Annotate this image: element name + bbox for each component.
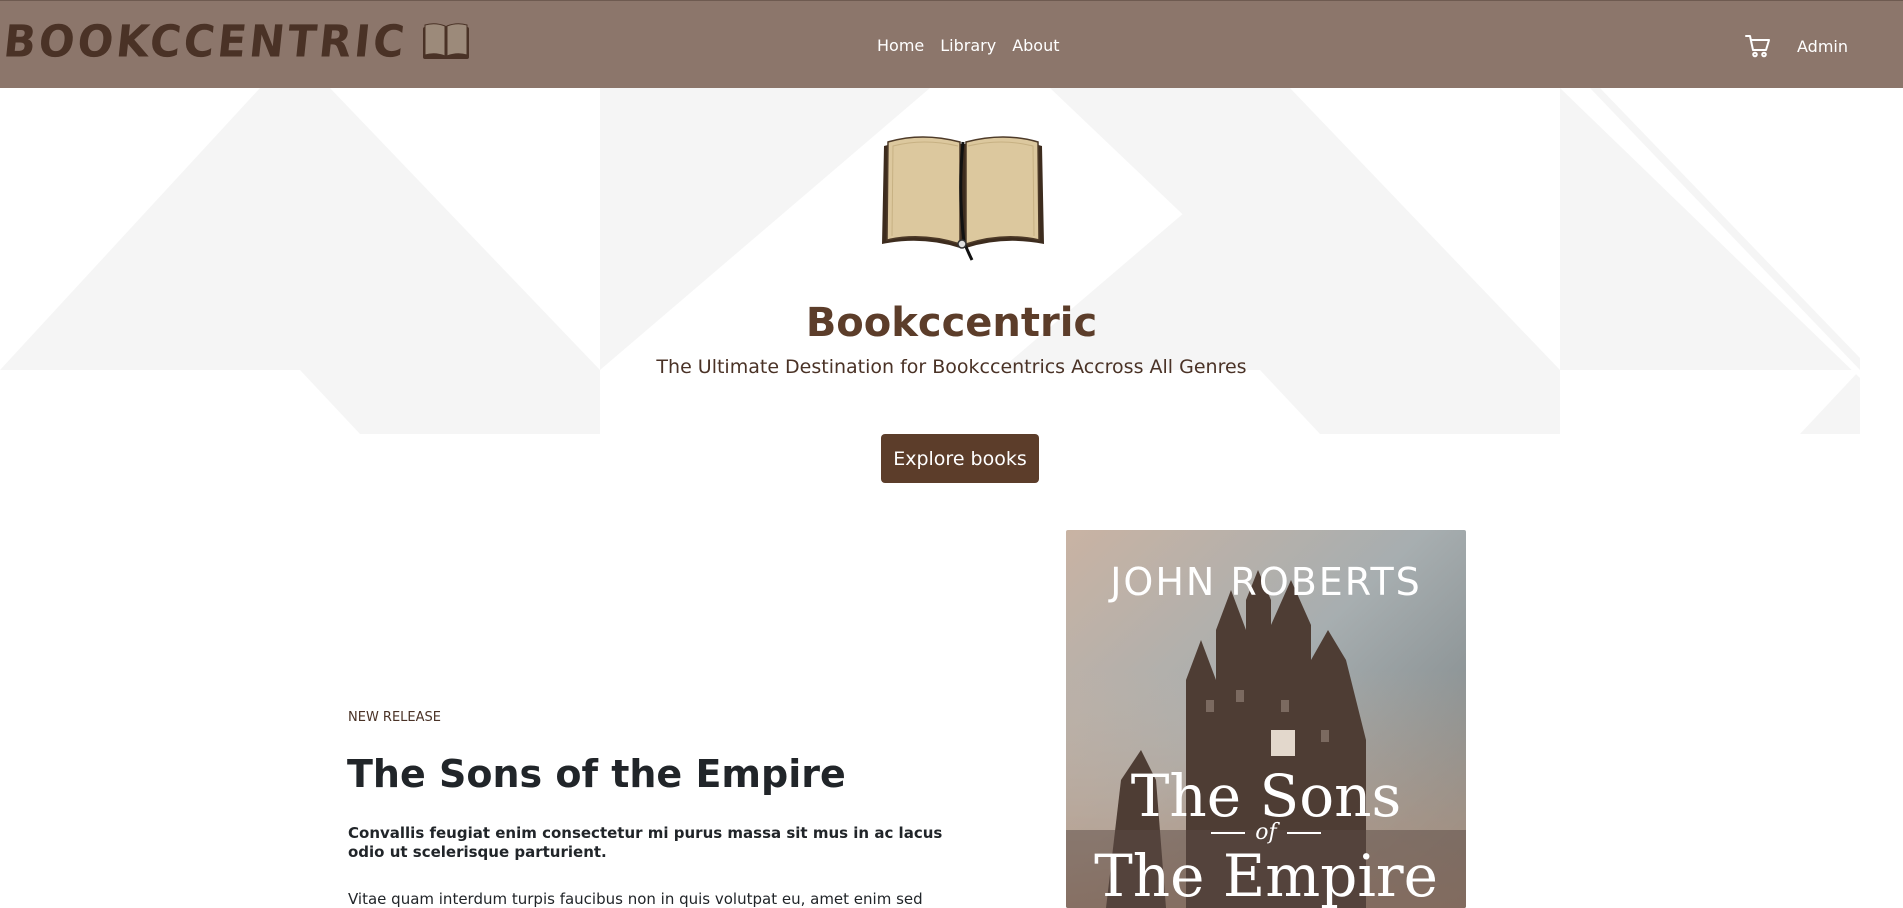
navbar: BOOKCCENTRIC Home Library About Admin (0, 0, 1903, 88)
open-book-illustration (882, 136, 1044, 261)
hero-title: Bookccentric (805, 300, 1098, 346)
explore-books-button[interactable]: Explore books (881, 434, 1039, 483)
featured-book-title: The Sons of the Empire (347, 752, 846, 796)
cover-author: JOHN ROBERTS (1110, 560, 1422, 604)
open-book-icon (423, 23, 470, 59)
featured-book-description: Vitae quam interdum turpis faucibus non … (348, 890, 923, 908)
brand-logo[interactable]: BOOKCCENTRIC (1, 15, 471, 67)
nav-actions: Admin (1745, 34, 1848, 58)
new-release-label: NEW RELEASE (348, 710, 441, 725)
hero-subtitle: The Ultimate Destination for Bookccentri… (656, 356, 1247, 378)
decorative-line (1286, 832, 1321, 834)
hero-section: Bookccentric The Ultimate Destination fo… (0, 88, 1903, 434)
decorative-line (1211, 832, 1246, 834)
nav-library-link[interactable]: Library (940, 36, 996, 55)
cover-title-line-2: The Empire (1094, 842, 1438, 908)
main-nav: Home Library About (877, 36, 1060, 55)
admin-link[interactable]: Admin (1797, 37, 1848, 56)
cart-icon[interactable] (1745, 34, 1771, 58)
featured-book-lead: Convallis feugiat enim consectetur mi pu… (348, 824, 943, 861)
nav-home-link[interactable]: Home (877, 36, 924, 55)
brand-name: BOOKCCENTRIC (1, 15, 410, 67)
book-cover-image[interactable]: JOHN ROBERTS The Sons of The Empire (1066, 530, 1466, 908)
nav-about-link[interactable]: About (1012, 36, 1059, 55)
